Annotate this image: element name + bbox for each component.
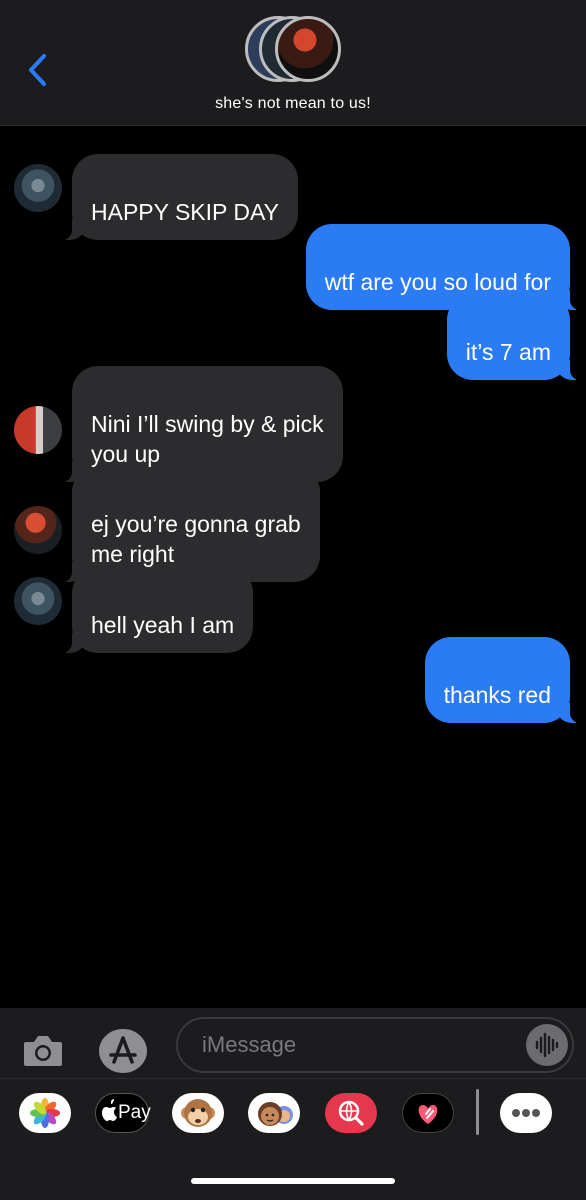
- photos-app-icon: [30, 1098, 60, 1128]
- camera-button[interactable]: [22, 1032, 64, 1068]
- apple-pay-label: Pay: [118, 1102, 151, 1123]
- digital-touch-app-icon: [418, 1105, 438, 1124]
- message-row: HAPPY SKIP DAY: [0, 154, 586, 240]
- app-store-button[interactable]: [98, 1028, 148, 1074]
- message-input[interactable]: [202, 1027, 522, 1063]
- group-member-avatar: [275, 16, 341, 82]
- web-images-search-app-button[interactable]: [325, 1093, 377, 1133]
- chevron-left-icon: [29, 54, 46, 86]
- memoji-stickers-app-button[interactable]: [248, 1093, 300, 1133]
- group-name[interactable]: she's not mean to us!: [0, 95, 586, 113]
- conversation-header: she's not mean to us!: [0, 0, 586, 126]
- drawer-divider: [476, 1089, 479, 1135]
- message-text: HAPPY SKIP DAY: [91, 199, 279, 225]
- audio-waveform-icon: [535, 1032, 559, 1058]
- message-row: ej you’re gonna grab me right: [0, 466, 586, 582]
- message-thread[interactable]: HAPPY SKIP DAY wtf are you so loud for i…: [0, 126, 586, 1008]
- group-avatars[interactable]: [245, 16, 345, 86]
- message-text: Nini I’ll swing by & pick you up: [91, 411, 324, 467]
- audio-message-button[interactable]: [526, 1024, 568, 1066]
- message-text: wtf are you so loud for: [324, 269, 551, 295]
- incoming-message-bubble[interactable]: ej you’re gonna grab me right: [62, 466, 320, 582]
- avatar[interactable]: [14, 406, 62, 454]
- app-store-icon: [99, 1029, 147, 1073]
- outgoing-message-bubble[interactable]: thanks red: [424, 637, 581, 723]
- avatar[interactable]: [14, 577, 62, 625]
- avatar[interactable]: [14, 506, 62, 554]
- web-images-search-app-icon: [338, 1100, 364, 1126]
- digital-touch-app-button[interactable]: [402, 1093, 454, 1133]
- photos-app-button[interactable]: [19, 1093, 71, 1133]
- avatar[interactable]: [14, 164, 62, 212]
- memoji-stickers-app-icon: [258, 1102, 293, 1126]
- message-text: thanks red: [443, 682, 551, 708]
- message-row: it’s 7 am: [0, 294, 586, 380]
- message-text: it’s 7 am: [465, 339, 551, 365]
- message-text: ej you’re gonna grab me right: [91, 511, 301, 567]
- more-apps-button[interactable]: [500, 1093, 552, 1133]
- incoming-message-bubble[interactable]: Nini I’ll swing by & pick you up: [62, 366, 343, 482]
- message-text: hell yeah I am: [91, 612, 235, 638]
- message-row: wtf are you so loud for: [0, 224, 586, 310]
- animoji-app-icon: [181, 1099, 215, 1127]
- message-field[interactable]: [176, 1017, 574, 1073]
- message-row: Nini I’ll swing by & pick you up: [0, 366, 586, 482]
- back-button[interactable]: [22, 50, 56, 90]
- message-row: thanks red: [0, 637, 586, 723]
- message-row: hell yeah I am: [0, 567, 586, 653]
- composer-bar: [0, 1008, 586, 1078]
- animoji-app-button[interactable]: [172, 1093, 224, 1133]
- apple-pay-app-button[interactable]: Pay: [95, 1093, 151, 1133]
- home-indicator[interactable]: [191, 1178, 395, 1184]
- camera-icon: [24, 1036, 62, 1066]
- more-apps-icon: [512, 1109, 540, 1117]
